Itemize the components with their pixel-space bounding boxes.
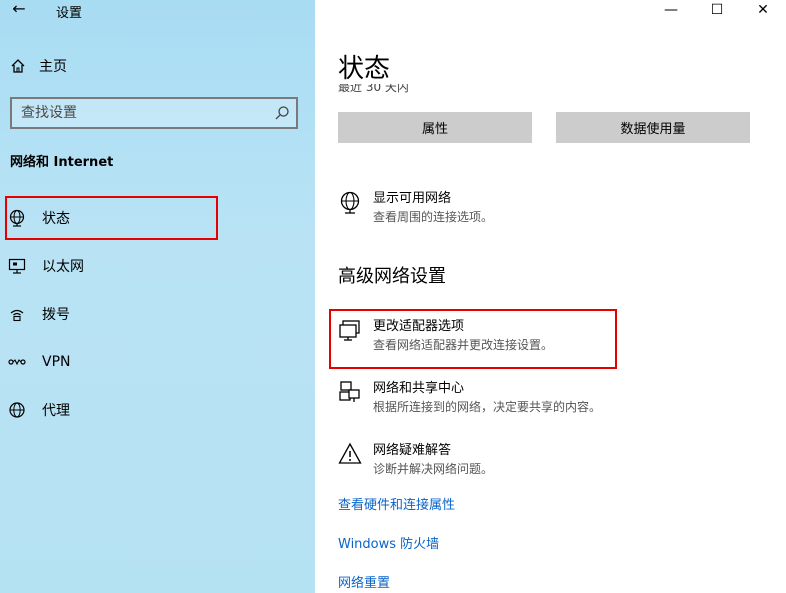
back-button[interactable]: ←	[6, 0, 32, 20]
show-networks-desc: 查看周围的连接选项。	[373, 210, 494, 224]
hardware-properties-link[interactable]: 查看硬件和连接属性	[338, 494, 455, 513]
home-icon	[11, 59, 25, 73]
sidebar-item-dialup[interactable]: 拨号	[8, 300, 213, 328]
sidebar-item-proxy[interactable]: 代理	[8, 396, 213, 424]
firewall-link[interactable]: Windows 防火墙	[338, 533, 439, 552]
sharing-center-desc: 根据所连接到的网络，决定要共享的内容。	[373, 400, 602, 414]
sidebar-item-home[interactable]: 主页	[10, 55, 67, 77]
troubleshooter-item[interactable]: 网络疑难解答 诊断并解决网络问题。	[338, 442, 493, 478]
warning-icon	[338, 442, 362, 464]
partial-text: 最近 30 天内	[338, 84, 409, 94]
properties-button[interactable]: 属性	[338, 112, 532, 143]
sharing-center-icon	[339, 381, 360, 402]
maximize-icon: ☐	[710, 2, 724, 18]
sidebar-item-label: 拨号	[42, 307, 70, 323]
minimize-button[interactable]: —	[648, 0, 694, 20]
network-reset-link[interactable]: 网络重置	[338, 572, 390, 591]
arrow-left-icon: ←	[12, 0, 26, 18]
sharing-center-title: 网络和共享中心	[373, 381, 465, 396]
sidebar-item-label: VPN	[42, 354, 71, 370]
sharing-center-item[interactable]: 网络和共享中心 根据所连接到的网络，决定要共享的内容。	[338, 380, 601, 416]
adapter-options-desc: 查看网络适配器并更改连接设置。	[373, 338, 554, 352]
ethernet-icon	[8, 257, 26, 275]
sidebar-item-label: 主页	[39, 59, 67, 75]
sidebar-item-label: 状态	[42, 211, 70, 227]
sidebar-item-ethernet[interactable]: 以太网	[8, 252, 213, 280]
sidebar: ← 设置 主页 网络和 Internet 状态	[0, 0, 315, 593]
sidebar-item-label: 代理	[42, 403, 70, 419]
sidebar-item-label: 以太网	[42, 259, 84, 275]
sidebar-item-vpn[interactable]: VPN	[8, 348, 213, 376]
main-content: — ☐ ✕ 状态 最近 30 天内 属性 数据使用量 显示可用网络 查看周围的连…	[315, 0, 786, 593]
minimize-icon: —	[664, 2, 678, 18]
search-box[interactable]	[10, 97, 298, 129]
close-button[interactable]: ✕	[740, 0, 786, 20]
troubleshooter-title: 网络疑难解答	[373, 443, 452, 458]
close-icon: ✕	[757, 2, 769, 18]
section-title: 网络和 Internet	[10, 155, 114, 170]
app-title: 设置	[56, 6, 83, 21]
sidebar-item-status[interactable]: 状态	[8, 204, 213, 232]
advanced-settings-heading: 高级网络设置	[338, 266, 446, 287]
status-globe-icon	[8, 209, 26, 227]
show-networks-item[interactable]: 显示可用网络 查看周围的连接选项。	[338, 190, 493, 226]
page-title: 状态	[338, 54, 391, 84]
adapter-icon	[339, 320, 360, 341]
show-networks-title: 显示可用网络	[373, 191, 452, 206]
adapter-options-title: 更改适配器选项	[373, 319, 465, 334]
vpn-icon	[8, 353, 26, 371]
data-usage-button[interactable]: 数据使用量	[556, 112, 750, 143]
window-controls: — ☐ ✕	[648, 0, 786, 20]
globe-network-icon	[340, 191, 360, 214]
maximize-button[interactable]: ☐	[694, 0, 740, 20]
dialup-icon	[8, 305, 26, 323]
adapter-options-item[interactable]: 更改适配器选项 查看网络适配器并更改连接设置。	[338, 318, 553, 354]
proxy-globe-icon	[8, 401, 26, 419]
search-icon[interactable]	[274, 105, 290, 121]
search-input[interactable]	[21, 103, 261, 123]
troubleshooter-desc: 诊断并解决网络问题。	[373, 462, 494, 476]
